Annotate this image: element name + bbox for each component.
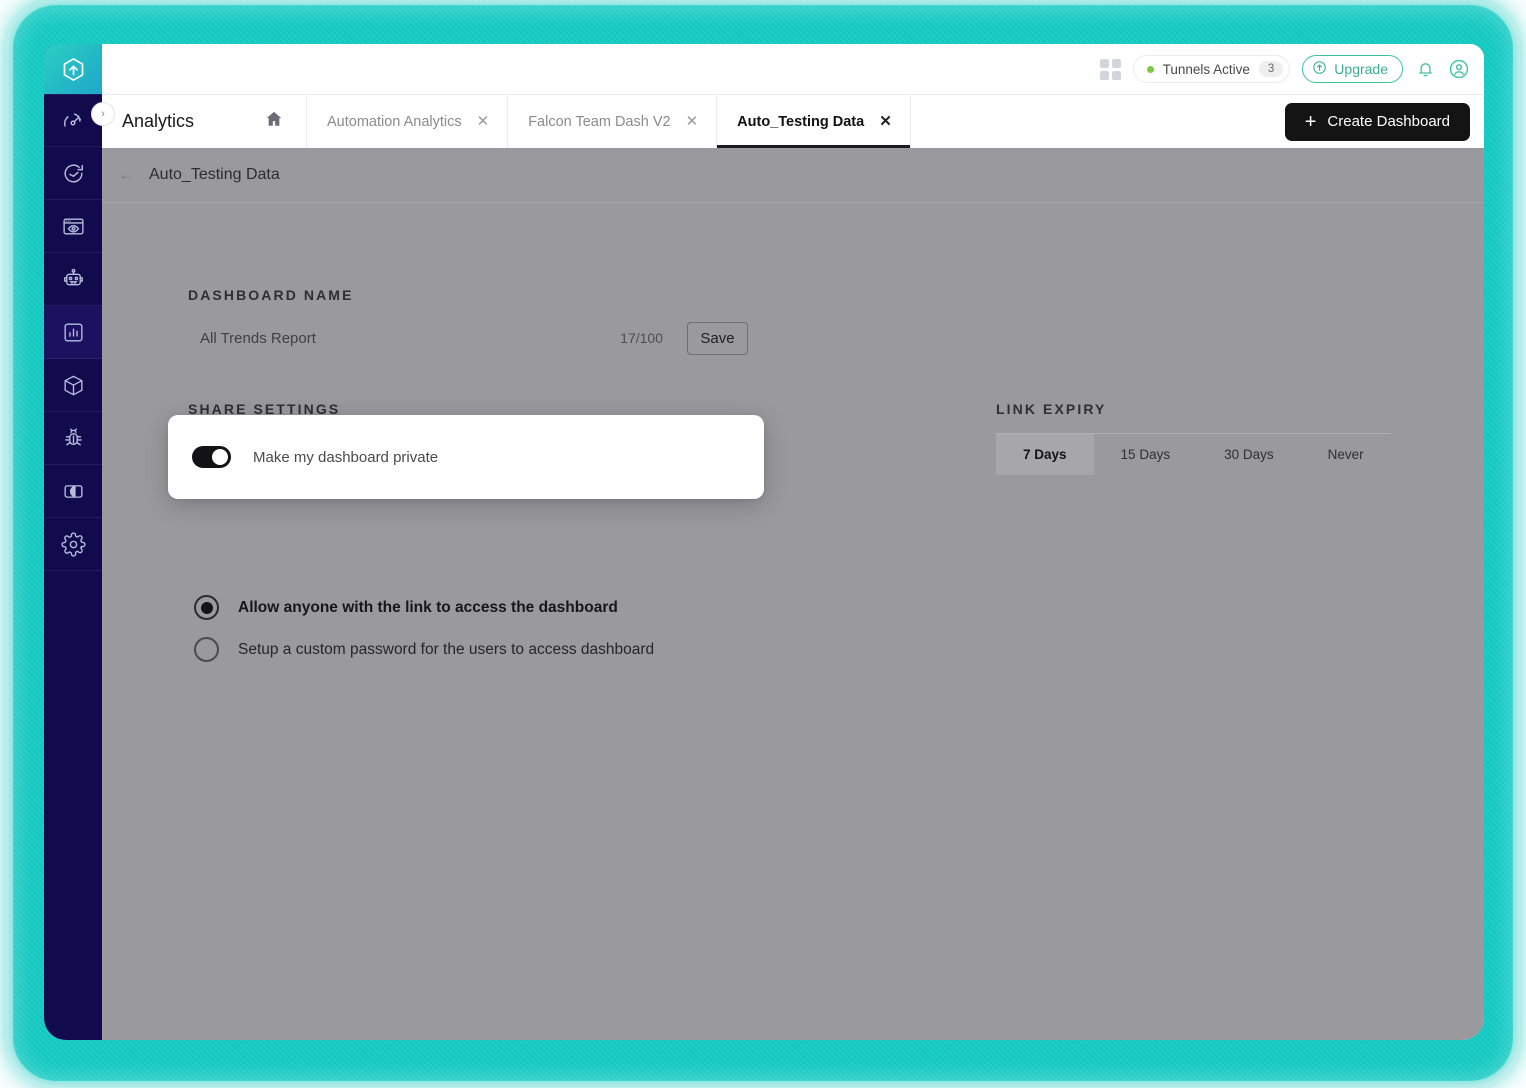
user-avatar-icon[interactable] <box>1448 58 1470 80</box>
close-icon[interactable]: ✕ <box>879 114 892 129</box>
tab-automation-analytics[interactable]: Automation Analytics ✕ <box>307 95 509 148</box>
link-expiry-option-30-days[interactable]: 30 Days <box>1197 434 1301 475</box>
main-content: ← Auto_Testing Data DASHBOARD NAME All T… <box>102 148 1484 1040</box>
home-icon[interactable] <box>264 109 284 134</box>
tab-label: Falcon Team Dash V2 <box>528 113 671 130</box>
tunnels-active-pill[interactable]: Tunnels Active 3 <box>1132 55 1291 83</box>
create-dashboard-button[interactable]: + Create Dashboard <box>1284 102 1470 141</box>
browserstack-logo-icon[interactable] <box>44 44 102 94</box>
status-dot-icon <box>1146 65 1154 73</box>
left-sidebar <box>44 44 102 1040</box>
application-window: › Tunnels Active 3 Upgrade Analytics Aut… <box>44 44 1484 1040</box>
grid-cell <box>1111 58 1121 68</box>
product-title-cell: Analytics <box>102 95 307 148</box>
create-dashboard-label: Create Dashboard <box>1327 113 1450 130</box>
arrow-up-circle-icon <box>1312 60 1327 78</box>
link-expiry-option-15-days[interactable]: 15 Days <box>1094 434 1198 475</box>
close-icon[interactable]: ✕ <box>477 114 490 129</box>
radio-label: Setup a custom password for the users to… <box>238 640 655 658</box>
chevron-right-icon: › <box>101 107 105 120</box>
sidebar-item-analytics[interactable] <box>44 306 102 359</box>
sidebar-item-live[interactable] <box>44 200 102 253</box>
upgrade-button[interactable]: Upgrade <box>1302 55 1403 83</box>
tab-falcon-team-dash-v2[interactable]: Falcon Team Dash V2 ✕ <box>508 95 718 148</box>
dashboard-name-char-count: 17/100 <box>620 330 663 346</box>
breadcrumb-label: Auto_Testing Data <box>149 166 280 183</box>
close-icon[interactable]: ✕ <box>686 114 699 129</box>
bell-icon[interactable] <box>1415 59 1436 80</box>
dashboard-name-section-label: DASHBOARD NAME <box>188 287 354 303</box>
tab-bar: Analytics Automation Analytics ✕ Falcon … <box>102 94 1484 148</box>
tab-label: Auto_Testing Data <box>737 113 865 130</box>
toggle-knob <box>212 449 228 465</box>
make-dashboard-private-toggle[interactable] <box>192 446 231 468</box>
make-dashboard-private-popup: Make my dashboard private <box>168 415 764 499</box>
top-bar: Tunnels Active 3 Upgrade <box>102 44 1484 94</box>
save-button[interactable]: Save <box>687 321 748 355</box>
tab-auto-testing-data[interactable]: Auto_Testing Data ✕ <box>717 95 911 148</box>
radio-allow-anyone-with-link[interactable]: Allow anyone with the link to access the… <box>194 595 618 620</box>
screenshot-frame: › Tunnels Active 3 Upgrade Analytics Aut… <box>0 0 1526 1088</box>
link-expiry-section-label: LINK EXPIRY <box>996 401 1107 417</box>
arrow-left-icon[interactable]: ← <box>118 165 135 185</box>
sidebar-item-settings[interactable] <box>44 518 102 571</box>
grid-apps-icon[interactable] <box>1099 58 1121 80</box>
sidebar-item-automate[interactable] <box>44 253 102 306</box>
tunnels-active-count: 3 <box>1258 61 1284 77</box>
page-title: Analytics <box>122 111 195 131</box>
sidebar-collapse-button[interactable]: › <box>91 102 115 126</box>
radio-custom-password[interactable]: Setup a custom password for the users to… <box>194 637 654 662</box>
radio-label: Allow anyone with the link to access the… <box>238 598 618 616</box>
radio-button-unselected[interactable] <box>194 637 219 662</box>
make-dashboard-private-label: Make my dashboard private <box>253 448 439 466</box>
upgrade-label: Upgrade <box>1334 61 1388 77</box>
tunnels-active-label: Tunnels Active <box>1162 61 1250 77</box>
sidebar-item-history[interactable] <box>44 147 102 200</box>
plus-icon: + <box>1304 110 1317 133</box>
breadcrumb: ← Auto_Testing Data <box>102 148 1484 203</box>
link-expiry-option-never[interactable]: Never <box>1301 434 1391 475</box>
sidebar-item-percy[interactable] <box>44 465 102 518</box>
sidebar-item-test-reporting[interactable] <box>44 412 102 465</box>
tab-label: Automation Analytics <box>327 113 462 130</box>
dashboard-name-input[interactable]: All Trends Report <box>188 330 316 347</box>
radio-button-selected[interactable] <box>194 595 219 620</box>
grid-cell <box>1111 70 1121 80</box>
dashboard-name-row: All Trends Report 17/100 Save <box>188 316 748 360</box>
link-expiry-option-7-days[interactable]: 7 Days <box>996 434 1094 475</box>
link-expiry-options: 7 Days 15 Days 30 Days Never <box>996 433 1391 475</box>
grid-cell <box>1099 58 1109 68</box>
radio-dot-icon <box>200 601 213 614</box>
grid-cell <box>1099 70 1109 80</box>
sidebar-item-app-automate[interactable] <box>44 359 102 412</box>
